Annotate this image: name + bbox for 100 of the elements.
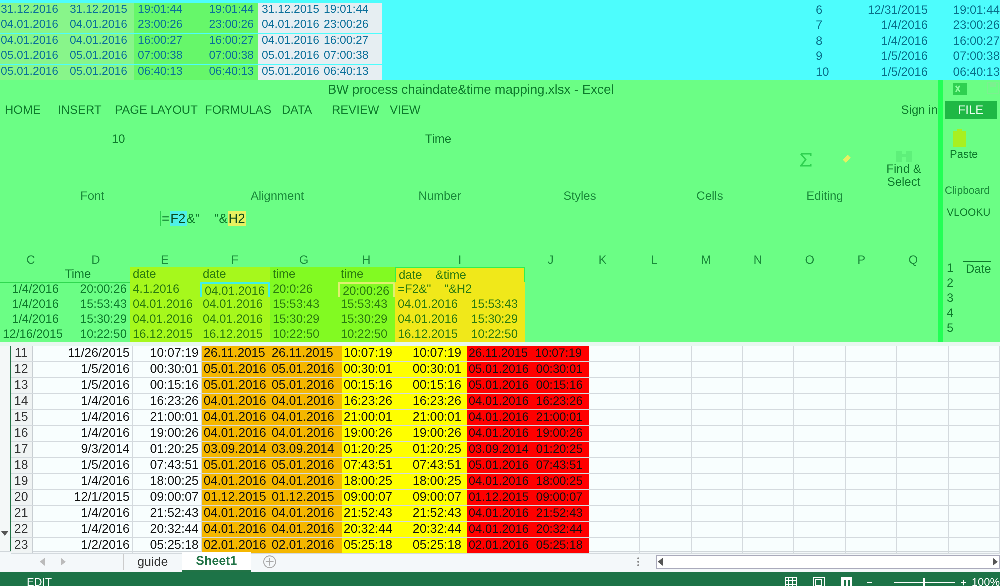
add-sheet-icon[interactable] — [263, 555, 277, 569]
split-handle-icon[interactable] — [636, 557, 640, 567]
column-header[interactable]: F — [200, 253, 270, 267]
column-header[interactable]: M — [680, 253, 732, 267]
zoom-slider-thumb[interactable] — [923, 578, 926, 586]
row-number[interactable]: 22 — [10, 522, 33, 537]
column-header[interactable]: K — [576, 253, 629, 267]
ribbon-tab[interactable]: FORMULAS — [205, 103, 282, 118]
row-number[interactable]: 17 — [10, 442, 33, 457]
table-cell: 21:52:43 — [410, 506, 467, 521]
window-title: BW process chaindate&time mapping.xlsx - Excel — [327, 81, 616, 99]
table-cell: 01.12.2015 09:00:07 — [466, 490, 589, 505]
column-header[interactable]: L — [628, 253, 680, 267]
plus-icon[interactable] — [960, 578, 966, 586]
table-cell-text: 12/31/2015 — [866, 3, 928, 18]
table-cell-text: 16:00:27 — [952, 34, 1000, 49]
table-cell: 16:00:27 — [134, 34, 192, 49]
excel-icon[interactable] — [953, 82, 967, 96]
scroll-left-icon[interactable] — [656, 558, 665, 566]
ribbon-tab[interactable]: HOME — [5, 103, 58, 118]
column-header[interactable]: C — [0, 253, 62, 267]
ribbon-tab[interactable]: DATA — [282, 103, 332, 118]
sheet-tab[interactable]: Sheet1 — [182, 552, 252, 572]
scroll-right-icon[interactable] — [991, 558, 999, 566]
row-number[interactable]: 12 — [10, 362, 33, 377]
clipboard-icon[interactable] — [951, 129, 969, 149]
table-cell: 1/4/2016 — [32, 506, 133, 521]
page-layout-icon[interactable] — [813, 576, 826, 586]
table-cell: 04.01.2016 — [200, 312, 270, 327]
row-number[interactable]: 16 — [10, 426, 33, 441]
table-cell-text: 1/5/2016 — [880, 64, 928, 80]
column-header[interactable]: H — [338, 253, 395, 267]
horizontal-scrollbar[interactable] — [656, 555, 1000, 569]
table-cell: 03.09.2014 — [270, 442, 342, 457]
row-number[interactable]: 14 — [10, 394, 33, 409]
table-cell: 04.01.2016 — [0, 34, 66, 49]
ribbon-tab[interactable]: PAGE LAYOUT — [115, 103, 205, 118]
table-cell-text: 15:53:43 — [79, 297, 128, 312]
row-number: 7 — [815, 18, 824, 34]
scroll-down-icon[interactable] — [0, 529, 10, 537]
sigma-icon[interactable] — [800, 153, 812, 168]
ribbon-tab[interactable]: REVIEW — [332, 103, 390, 118]
row-number[interactable]: 23 — [10, 538, 33, 553]
ribbon-group-label: Alignment — [250, 189, 306, 206]
column-header[interactable]: E — [130, 253, 200, 267]
table-cell: 05.01.2016 00:30:01 — [466, 362, 589, 377]
row-number[interactable]: 18 — [10, 458, 33, 473]
table-cell: 20:32:44 — [410, 522, 467, 537]
table-cell: 18:00:25 — [410, 474, 467, 489]
table-cell: 16.12.2015 — [200, 327, 270, 342]
table-cell: 05.01.2016 07:43:51 — [466, 458, 589, 473]
row-number: 10 — [815, 64, 830, 80]
number-format-field[interactable]: Time — [425, 132, 452, 146]
find-select-button[interactable]: Find & Select — [882, 163, 926, 190]
table-cell: 04.01.2016 — [270, 506, 342, 521]
table-cell: 21:00:01 — [342, 410, 411, 425]
column-header[interactable]: N — [732, 253, 784, 267]
column-header[interactable]: J — [525, 253, 577, 267]
table-cell: 16:23:26 — [410, 394, 467, 409]
status-mode: EDIT — [27, 576, 52, 586]
table-cell: 02.01.2016 05:25:18 — [466, 538, 589, 553]
table-cell: date — [200, 267, 270, 283]
formula-field[interactable]: =F2&" "&H2 — [160, 210, 246, 226]
table-cell: 05.01.2016 — [202, 362, 270, 377]
ribbon-group-label: Cells — [696, 189, 724, 206]
table-cell: 04.01.2016 — [66, 34, 134, 49]
page-break-icon[interactable] — [841, 576, 854, 586]
row-number[interactable]: 11 — [10, 346, 33, 361]
table-cell: 00:15:16 — [410, 378, 467, 393]
column-header[interactable]: D — [62, 253, 130, 267]
row-number[interactable]: 13 — [10, 378, 33, 393]
table-cell-text: 1/4/2016 — [880, 34, 928, 49]
table-cell: 04.01.2016 — [270, 426, 342, 441]
sign-in-link[interactable]: Sign in — [901, 103, 938, 118]
column-header[interactable]: O — [784, 253, 836, 267]
table-cell: 04.01.2016 — [202, 394, 270, 409]
table-cell-text: 12/16/2015 — [2, 327, 62, 342]
sheet-tab[interactable]: guide — [124, 552, 182, 572]
grid-view-icon[interactable] — [785, 576, 798, 586]
row-number[interactable]: 20 — [10, 490, 33, 505]
row-number[interactable]: 19 — [10, 474, 33, 489]
column-header[interactable]: Q — [888, 253, 940, 267]
column-header[interactable]: G — [270, 253, 338, 267]
name-box[interactable]: VLOOKU — [943, 207, 1000, 219]
table-cell-text: 15:30:29 — [79, 312, 128, 327]
table-cell: 1/4/2016 — [32, 474, 133, 489]
table-cell: 05.01.2016 — [258, 49, 324, 64]
ribbon-tab[interactable]: VIEW — [390, 103, 421, 118]
zoom-level[interactable]: 100% — [972, 576, 1000, 586]
table-cell: 03.09.2014 — [202, 442, 270, 457]
row-number[interactable]: 15 — [10, 410, 33, 425]
font-size-field[interactable]: 10 — [112, 132, 126, 146]
ribbon-tab[interactable]: INSERT — [58, 103, 115, 118]
column-header[interactable]: P — [836, 253, 888, 267]
row-number: 4 — [947, 306, 955, 321]
column-header[interactable]: I — [395, 253, 525, 267]
paste-button[interactable]: Paste — [943, 149, 1000, 161]
row-number[interactable]: 21 — [10, 506, 33, 521]
file-tab[interactable]: FILE — [945, 101, 997, 119]
ribbon-group-label: Editing — [806, 189, 844, 206]
